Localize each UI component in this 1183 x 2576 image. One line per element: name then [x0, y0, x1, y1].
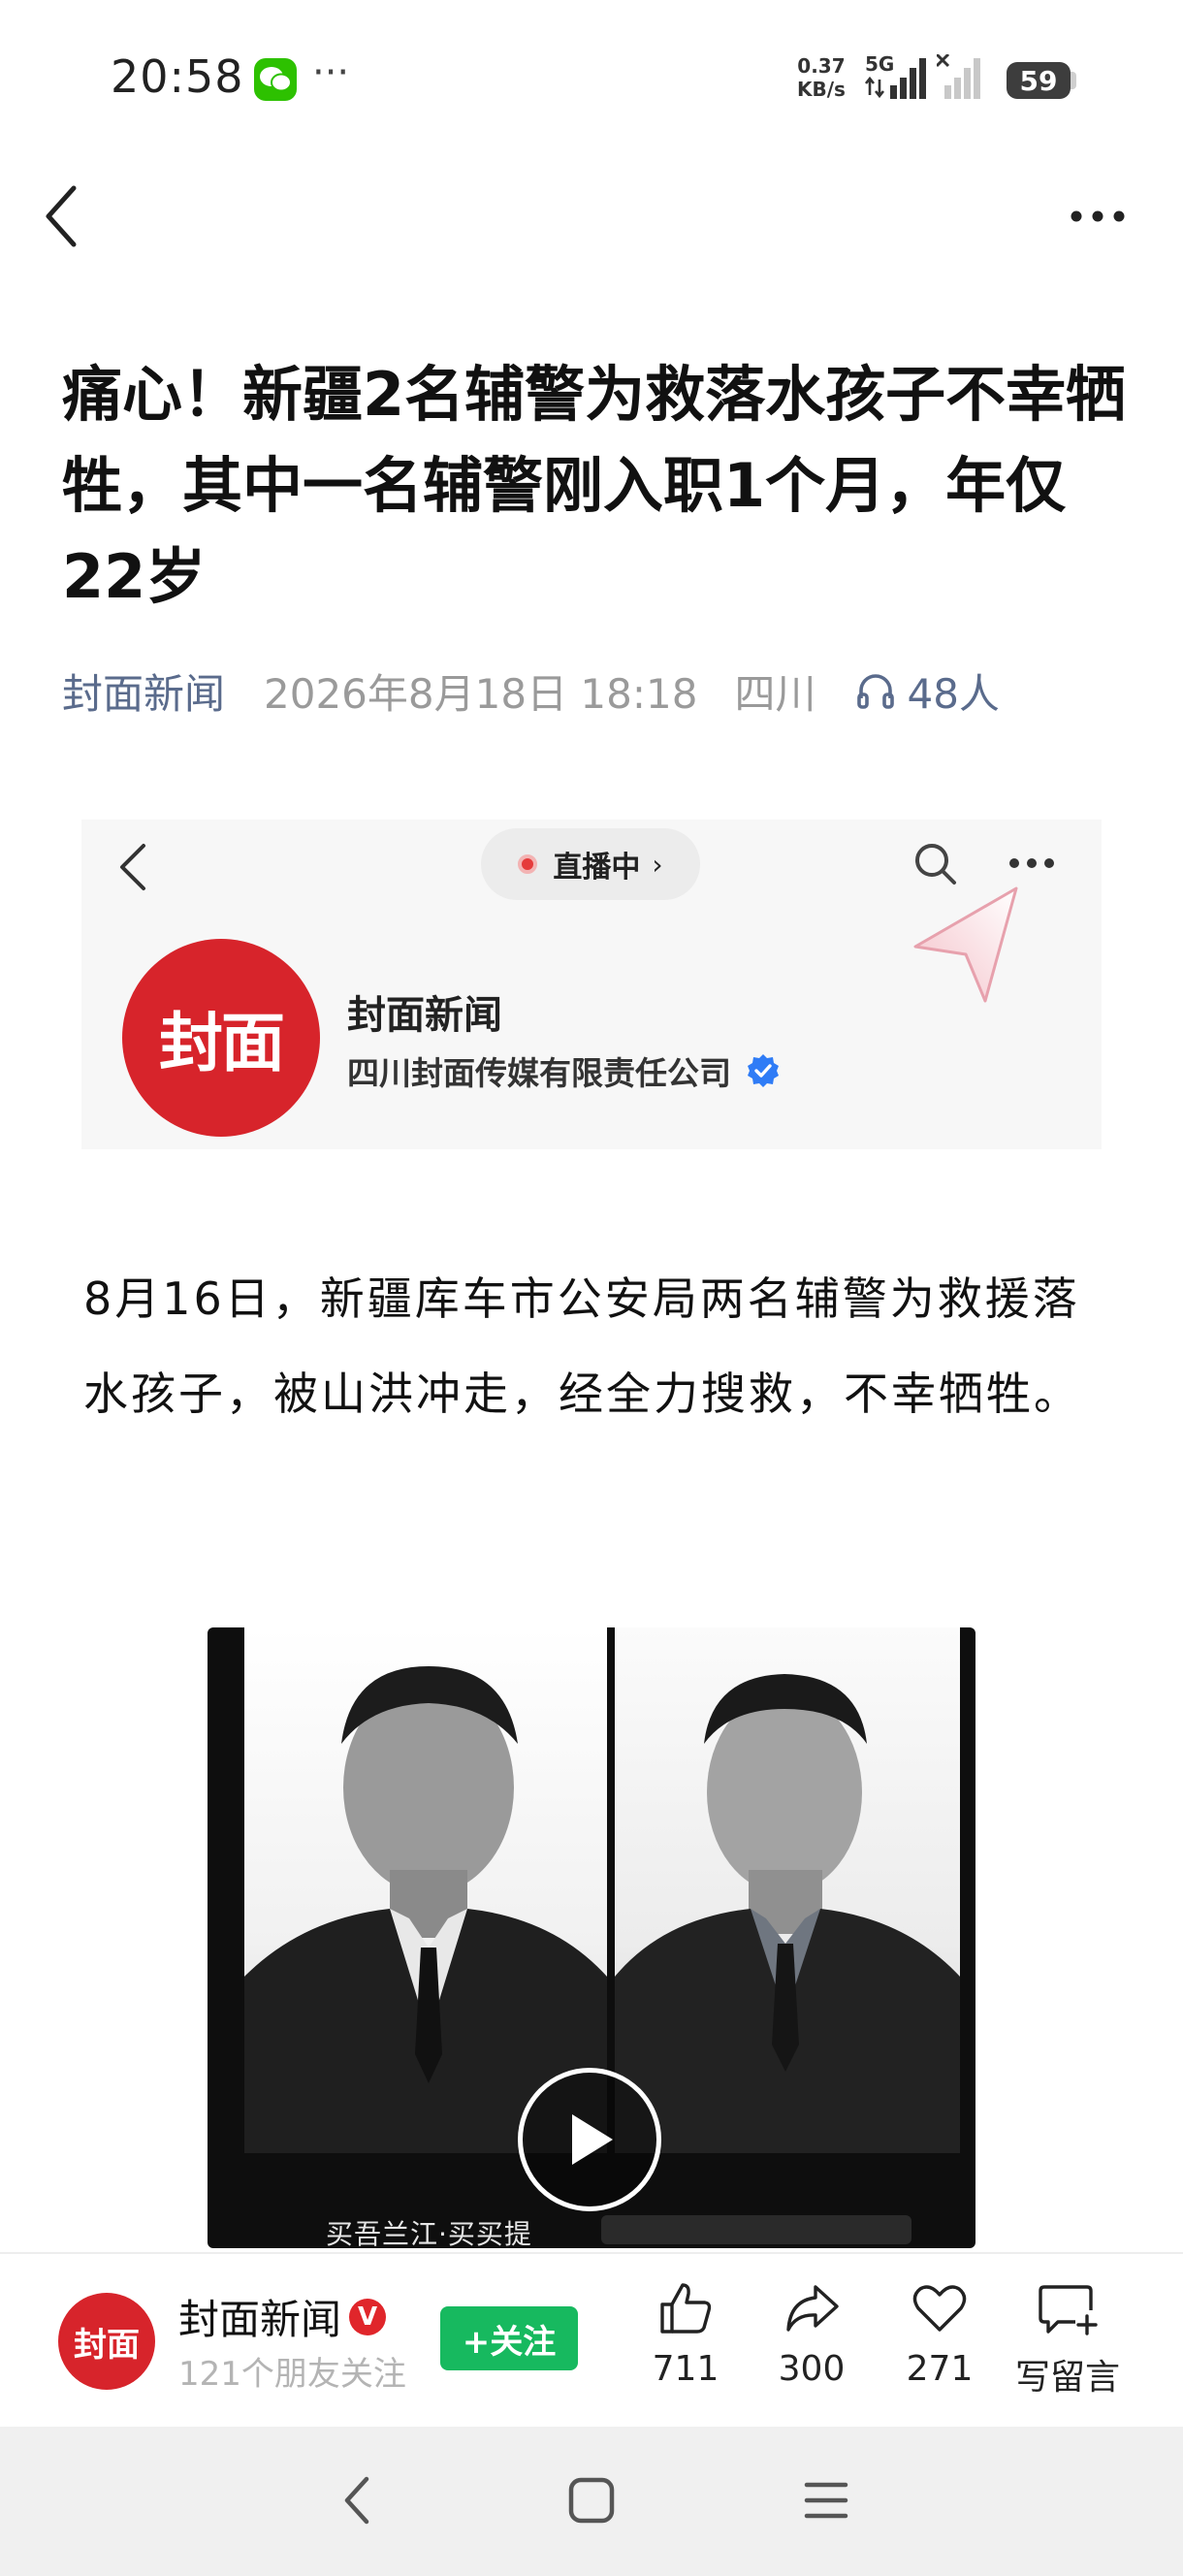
thumbs-up-icon [660, 2283, 712, 2334]
article-region: 四川 [734, 669, 816, 718]
embed-back-icon [120, 844, 145, 890]
back-button[interactable] [39, 182, 83, 250]
live-dot-icon [518, 854, 538, 874]
favorite-button[interactable]: 271 [877, 2279, 1003, 2389]
follow-button[interactable]: +关注 [440, 2306, 578, 2370]
article-date: 2026年8月18日 18:18 [264, 669, 698, 718]
heart-icon [912, 2285, 967, 2332]
system-home-icon[interactable] [566, 2475, 617, 2526]
caption-blurred-text [601, 2215, 911, 2244]
play-button[interactable] [518, 2068, 661, 2211]
portrait-right [615, 1627, 960, 2153]
embed-company: 四川封面传媒有限责任公司 [347, 1047, 782, 1094]
friends-following: 121个朋友关注 [178, 2355, 406, 2394]
wifi-arrows-icon [864, 76, 885, 99]
wechat-icon [254, 58, 297, 101]
embed-company-name: 四川封面传媒有限责任公司 [347, 1054, 731, 1092]
network-speed: 0.37 KB/s [797, 54, 846, 101]
battery-indicator: 59 [1007, 62, 1071, 99]
share-count: 300 [778, 2349, 846, 2389]
account-name: 封面新闻 [178, 2296, 342, 2343]
write-comment-label: 写留言 [1014, 2358, 1120, 2398]
no-signal-icon [937, 54, 980, 99]
comment-add-icon [1039, 2285, 1098, 2335]
system-menu-icon[interactable] [803, 2479, 849, 2522]
headphones-icon [857, 674, 895, 709]
live-badge: 直播中 › [481, 828, 700, 900]
listener-count: 48人 [907, 669, 1000, 718]
share-button[interactable]: 300 [749, 2279, 875, 2389]
fengmian-logo: 封面 [122, 939, 320, 1137]
live-label: 直播中 [553, 851, 641, 885]
verified-icon [748, 1054, 779, 1087]
pointer-arrow-icon [913, 886, 1018, 1003]
article-meta: 封面新闻 2026年8月18日 18:18 四川 48人 [62, 661, 1000, 720]
article-title: 痛心！新疆2名辅警为救落水孩子不幸牺牲，其中一名辅警刚入职1个月，年仅22岁 [62, 359, 1127, 612]
speed-unit: KB/s [797, 78, 846, 101]
article-body: 8月16日，新疆库车市公安局两名辅警为救援落水孩子，被山洪冲走，经全力搜救，不幸… [83, 1272, 1081, 1420]
favorite-count: 271 [906, 2349, 974, 2389]
signal-icon [890, 58, 926, 99]
write-comment-button[interactable]: 写留言 [1005, 2279, 1131, 2399]
like-button[interactable]: 711 [623, 2279, 749, 2389]
system-back-icon[interactable] [339, 2473, 374, 2528]
share-icon [786, 2285, 839, 2332]
like-count: 711 [652, 2349, 719, 2389]
verified-v-icon: V [349, 2298, 387, 2335]
account-name-row[interactable]: 封面新闻 V [178, 2287, 387, 2346]
article-source[interactable]: 封面新闻 [62, 661, 225, 721]
embed-account-name: 封面新闻 [347, 993, 502, 1038]
more-icon[interactable] [1067, 194, 1129, 239]
chevron-right-icon: › [652, 848, 663, 881]
speed-value: 0.37 [797, 54, 846, 78]
account-avatar[interactable]: 封面 [58, 2293, 155, 2390]
status-time: 20:58 [111, 50, 244, 103]
listen-button[interactable]: 48人 [854, 661, 1000, 721]
video-caption: 买吾兰江·买买提 [326, 2218, 532, 2250]
battery-cap [1071, 72, 1076, 89]
play-icon [572, 2114, 613, 2165]
portrait-left [244, 1627, 607, 2153]
status-more-icon: ··· [312, 50, 350, 95]
